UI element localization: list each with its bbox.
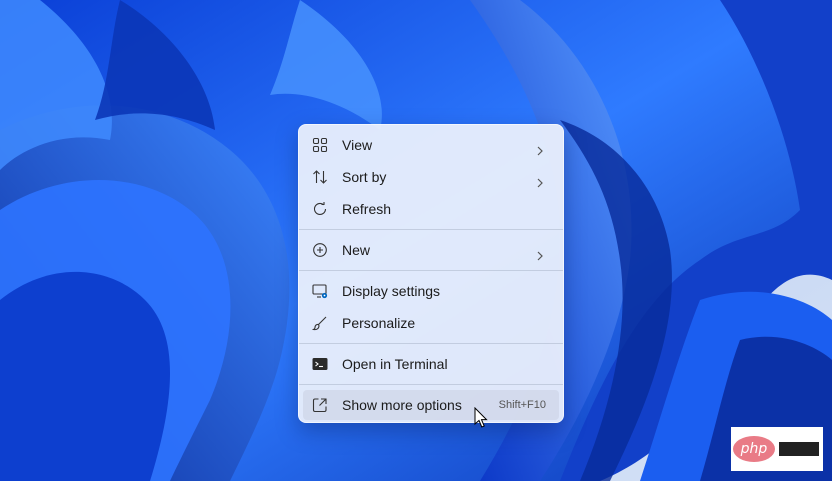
menu-item-label: Refresh	[342, 201, 392, 217]
menu-separator	[299, 343, 563, 344]
plus-circle-icon	[312, 242, 328, 258]
desktop[interactable]: View Sort by Refresh New Display setting…	[0, 0, 832, 481]
terminal-icon	[312, 356, 328, 372]
menu-separator	[299, 270, 563, 271]
chevron-right-icon	[533, 243, 547, 261]
php-logo: php	[733, 436, 775, 462]
menu-item-label: View	[342, 137, 373, 153]
brush-icon	[312, 315, 328, 331]
menu-item-new[interactable]: New	[303, 235, 559, 265]
grid-icon	[312, 137, 328, 153]
sort-icon	[312, 169, 328, 185]
menu-item-label: Open in Terminal	[342, 356, 448, 372]
menu-item-refresh[interactable]: Refresh	[303, 194, 559, 224]
menu-item-open-in-terminal[interactable]: Open in Terminal	[303, 349, 559, 379]
refresh-icon	[312, 201, 328, 217]
menu-item-personalize[interactable]: Personalize	[303, 308, 559, 338]
menu-item-label: Show more options	[342, 397, 462, 413]
menu-separator	[299, 384, 563, 385]
menu-item-label: Personalize	[342, 315, 416, 331]
share-icon	[312, 397, 328, 413]
menu-separator	[299, 229, 563, 230]
keyboard-shortcut: Shift+F10	[498, 399, 546, 411]
chevron-right-icon	[533, 170, 547, 188]
desktop-context-menu: View Sort by Refresh New Display setting…	[298, 124, 564, 423]
chevron-right-icon	[533, 138, 547, 156]
menu-item-sort-by[interactable]: Sort by	[303, 162, 559, 192]
mouse-cursor-icon	[474, 407, 488, 428]
watermark-badge: php	[731, 427, 823, 471]
watermark-bar	[779, 442, 819, 456]
menu-item-label: Sort by	[342, 169, 387, 185]
menu-item-display-settings[interactable]: Display settings	[303, 276, 559, 306]
menu-item-view[interactable]: View	[303, 130, 559, 160]
menu-item-label: New	[342, 242, 371, 258]
menu-item-label: Display settings	[342, 283, 441, 299]
menu-item-show-more-options[interactable]: Show more options Shift+F10	[303, 390, 559, 420]
display-icon	[312, 283, 328, 299]
